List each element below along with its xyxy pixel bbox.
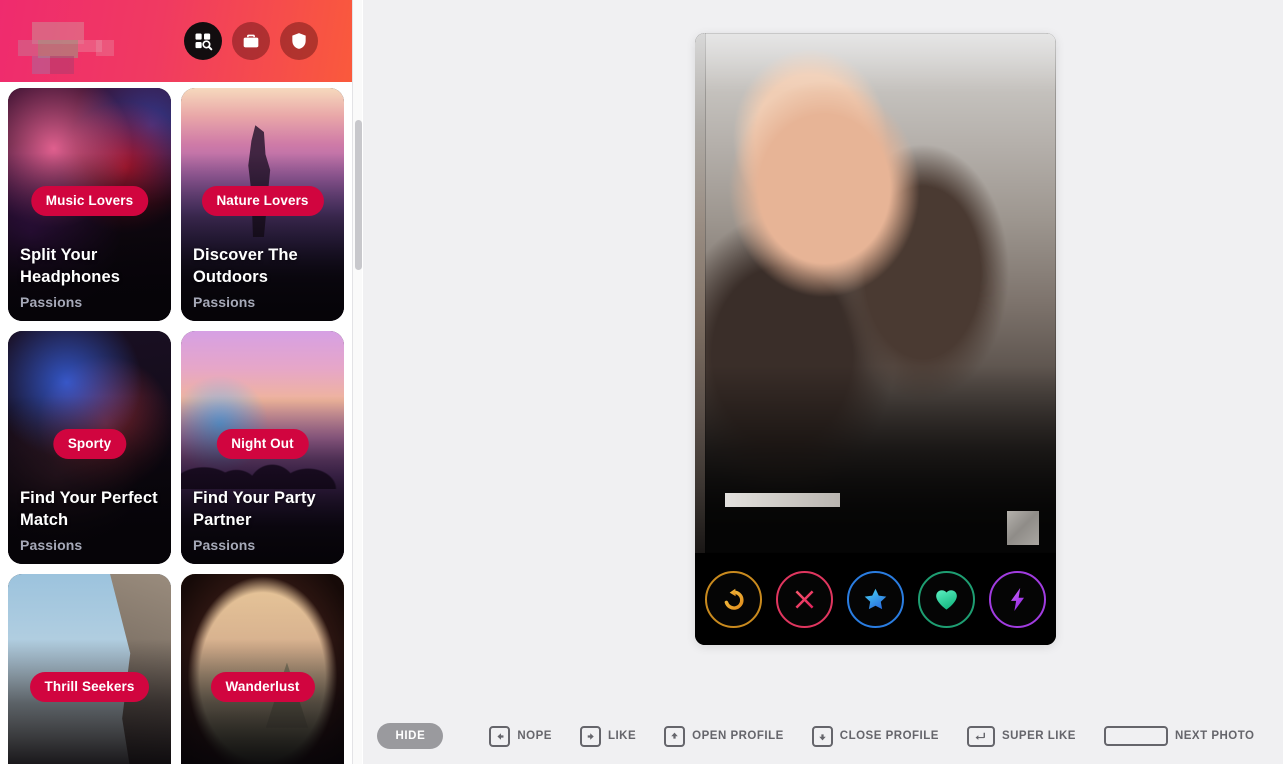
app-root: AestheticPassionsSnack?PassionsMusic Lov… xyxy=(0,0,1283,764)
keyboard-hint: NEXT PHOTO xyxy=(1103,726,1255,746)
grid-search-icon xyxy=(193,31,213,51)
stage: HIDE NOPE LIKE OPEN PROFILE CLOSE PROFILE SU… xyxy=(363,0,1283,764)
action-bar xyxy=(695,553,1056,645)
arrow-left-icon xyxy=(489,725,511,747)
work-button[interactable] xyxy=(232,22,270,60)
logo-pixel-block xyxy=(96,40,114,56)
passion-card-title: Split Your Headphones xyxy=(20,246,121,287)
enter-key-icon xyxy=(966,725,995,747)
keyboard-hint-label: NEXT PHOTO xyxy=(1174,730,1255,742)
keyboard-hint: LIKE xyxy=(579,725,637,747)
rewind-icon xyxy=(720,586,747,613)
explore-scrollbar-thumb[interactable] xyxy=(355,120,362,270)
passion-card-meta: Discover The Outdoors Passions xyxy=(193,245,334,310)
profile-card[interactable] xyxy=(695,33,1056,645)
passion-badge: Wanderlust xyxy=(210,672,315,702)
header-actions xyxy=(184,22,340,60)
keyboard-hints-bar: HIDE NOPE LIKE OPEN PROFILE CLOSE PROFILE SU… xyxy=(363,708,1283,764)
arrow-right-icon xyxy=(579,725,601,747)
close-x-icon xyxy=(791,586,818,613)
redacted-overlay-name xyxy=(725,493,840,507)
passion-card-subtitle: Passions xyxy=(20,294,83,310)
explore-scrollbar-track[interactable] xyxy=(352,0,362,764)
photo-top-fade xyxy=(705,33,1056,93)
profile-photo[interactable] xyxy=(705,33,1056,553)
nope-button[interactable] xyxy=(776,570,833,628)
passion-card[interactable]: Night Out Find Your Party Partner Passions xyxy=(181,331,344,564)
space-key-icon xyxy=(1103,726,1168,746)
keyboard-hint-label: OPEN PROFILE xyxy=(692,730,784,742)
keyboard-hint: SUPER LIKE xyxy=(966,725,1076,747)
passion-badge: Thrill Seekers xyxy=(29,672,150,702)
keyboard-hint-label: CLOSE PROFILE xyxy=(839,730,939,742)
passion-card[interactable]: Wanderlust xyxy=(181,574,344,764)
passions-card-grid: AestheticPassionsSnack?PassionsMusic Lov… xyxy=(0,0,352,764)
keyboard-hint: OPEN PROFILE xyxy=(664,725,784,747)
passion-badge: Night Out xyxy=(216,429,309,459)
passion-card[interactable]: Sporty Find Your Perfect Match Passions xyxy=(8,331,171,564)
shield-icon xyxy=(289,31,309,51)
keyboard-hint-label: NOPE xyxy=(517,730,552,742)
logo-pixel-block xyxy=(32,56,50,74)
passion-card-subtitle: Passions xyxy=(193,294,256,310)
passion-card-meta: Split Your Headphones Passions xyxy=(20,245,161,310)
app-viewport: AestheticPassionsSnack?PassionsMusic Lov… xyxy=(0,0,363,764)
passion-card-subtitle: Passions xyxy=(20,537,83,553)
lightning-icon xyxy=(1004,586,1031,613)
passion-card-title: Find Your Perfect Match xyxy=(20,489,158,530)
arrow-up-icon xyxy=(664,725,686,747)
passion-badge: Music Lovers xyxy=(30,186,149,216)
brand-logo xyxy=(18,18,114,74)
arrow-down-icon xyxy=(811,725,833,747)
star-button[interactable] xyxy=(847,570,904,628)
boost-button[interactable] xyxy=(989,570,1046,628)
passion-card-title: Discover The Outdoors xyxy=(193,246,298,287)
passion-card-meta: Find Your Party Partner Passions xyxy=(193,488,334,553)
logo-pixel-block xyxy=(18,40,38,56)
explore-button[interactable] xyxy=(184,22,222,60)
passion-card-meta: Find Your Perfect Match Passions xyxy=(20,488,161,553)
keyboard-hints: HIDE NOPE LIKE OPEN PROFILE CLOSE PROFILE SU… xyxy=(377,723,1268,749)
passion-card[interactable]: Music Lovers Split Your Headphones Passion… xyxy=(8,88,171,321)
keyboard-hint-label: SUPER LIKE xyxy=(1001,730,1076,742)
heart-icon xyxy=(933,586,960,613)
passion-card-subtitle: Passions xyxy=(193,537,256,553)
rewind-button[interactable] xyxy=(705,570,762,628)
star-icon xyxy=(862,586,889,613)
keyboard-hint-label: LIKE xyxy=(607,730,637,742)
passion-card[interactable]: Nature Lovers Discover The Outdoors Passio… xyxy=(181,88,344,321)
passion-badge: Nature Lovers xyxy=(201,186,324,216)
passion-card-title: Find Your Party Partner xyxy=(193,489,316,530)
redacted-overlay-badge xyxy=(1007,511,1039,545)
passion-badge: Sporty xyxy=(52,429,127,459)
keyboard-hint: CLOSE PROFILE xyxy=(811,725,939,747)
keyboard-hint: NOPE xyxy=(489,725,552,747)
briefcase-icon xyxy=(241,31,261,51)
explore-scroll-region[interactable]: AestheticPassionsSnack?PassionsMusic Lov… xyxy=(0,0,352,764)
previous-photo-sliver xyxy=(695,33,705,553)
safety-button[interactable] xyxy=(280,22,318,60)
logo-pixel-block xyxy=(50,56,74,74)
hide-hints-button[interactable]: HIDE xyxy=(377,723,444,749)
passion-card[interactable]: Thrill Seekers xyxy=(8,574,171,764)
app-header xyxy=(0,0,352,82)
like-button[interactable] xyxy=(918,570,975,628)
